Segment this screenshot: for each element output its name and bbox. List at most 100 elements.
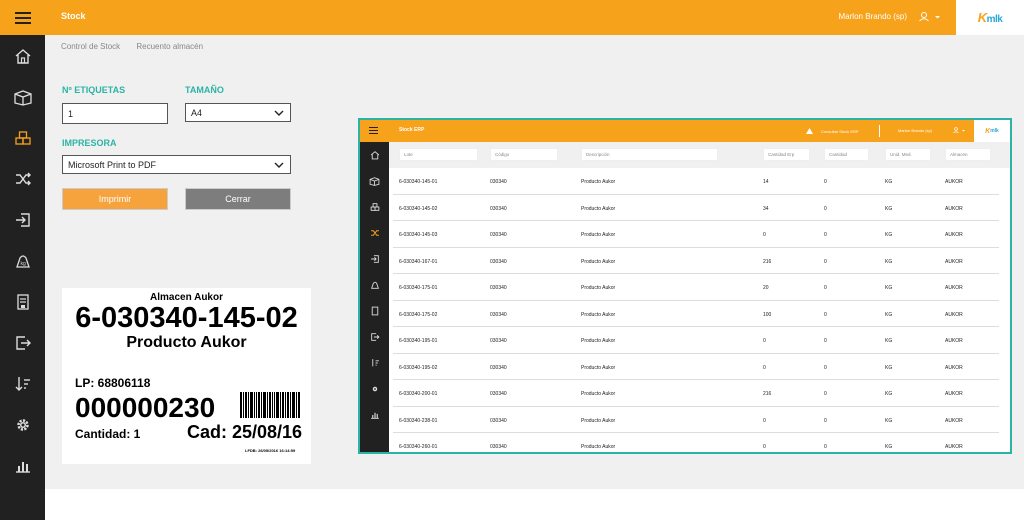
inner-shuffle-icon [360, 220, 389, 246]
table-row: 6-030340-145-01 030340 Producto Aukor 14 0 KG… [393, 168, 999, 195]
cell-codigo: 030340 [490, 364, 507, 371]
chevron-down-icon [274, 110, 284, 116]
table-row: 6-030340-145-03 030340 Producto Aukor 0 0 KG A… [393, 221, 999, 248]
inner-logo-accent: mlk [990, 128, 999, 134]
cell-unid-med: KG [885, 179, 893, 185]
inner-user-icon [953, 127, 965, 134]
table-row: 6-030340-195-02 030340 Producto Aukor 0 0 KG A… [393, 354, 999, 380]
footer-strip [45, 489, 1024, 520]
boxes-icon[interactable] [0, 117, 45, 158]
inner-top-bar: Stock ERP Consultar Stock ERP Marlon Bra… [360, 120, 1010, 142]
table-row: 6-030340-175-02 030340 Producto Aukor 100 0 K… [393, 301, 999, 327]
cell-lote: 6-030340-260-01 [399, 444, 438, 450]
impresora-select[interactable]: Microsoft Print to PDF [62, 155, 291, 174]
cell-almacen: AUKOR [945, 179, 963, 185]
menu-icon[interactable] [0, 0, 45, 35]
table-row: 6-030340-260-01 030340 Producto Aukor 0 0 KG A… [393, 433, 999, 452]
breadcrumb-item-recuento[interactable]: Recuento almacén [136, 42, 203, 51]
impresora-label: IMPRESORA [62, 138, 117, 148]
table-row: 6-030340-145-02 030340 Producto Aukor 34 0 KG… [393, 195, 999, 221]
cell-codigo: 030340 [490, 338, 507, 344]
cell-almacen: AUKOR [945, 258, 963, 265]
label-preview: Almacen Aukor 6-030340-145-02 Producto A… [62, 288, 311, 464]
inner-user-name: Marlon Brando (sp) [898, 128, 933, 133]
inner-gear-icon [360, 376, 389, 402]
cell-lote: 6-030340-145-02 [399, 205, 438, 212]
cell-codigo: 030340 [490, 417, 507, 424]
cell-almacen: AUKOR [945, 338, 963, 344]
inner-title: Stock ERP [399, 127, 425, 133]
inner-main: Lote Código Descripción Cantidad Erp Can… [389, 142, 1010, 452]
cell-almacen: AUKOR [945, 364, 963, 371]
user-menu-icon[interactable] [916, 9, 942, 25]
cell-unid-med: KG [885, 391, 893, 397]
cell-cantidad: 0 [824, 285, 827, 291]
inner-consult-link: Consultar Stock ERP [821, 129, 859, 134]
inner-filter-almacen: Almacen [945, 148, 991, 161]
etiquetas-input[interactable]: 1 [62, 103, 168, 124]
cell-cantidad-erp: 0 [763, 417, 766, 424]
cell-cantidad-erp: 100 [763, 311, 772, 318]
logout-icon[interactable] [0, 322, 45, 363]
cell-unid-med: KG [885, 258, 893, 265]
cell-almacen: AUKOR [945, 444, 963, 450]
label-quantity: Cantidad: 1 [75, 427, 141, 441]
box-icon[interactable] [0, 76, 45, 117]
cell-unid-med: KG [885, 285, 893, 291]
cell-descripcion: Producto Aukor [581, 232, 616, 238]
cell-lote: 6-030340-238-01 [399, 417, 438, 424]
cell-lote: 6-030340-195-01 [399, 338, 438, 344]
warning-icon [806, 128, 813, 134]
weight-bag-icon[interactable]: kg [0, 240, 45, 281]
cell-descripcion: Producto Aukor [581, 205, 616, 212]
label-lot: 6-030340-145-02 [75, 302, 298, 334]
chevron-down-icon [274, 162, 284, 168]
shuffle-icon[interactable] [0, 158, 45, 199]
cell-unid-med: KG [885, 232, 893, 238]
cell-cantidad-erp: 0 [763, 232, 766, 238]
home-icon[interactable] [0, 35, 45, 76]
table-row: 6-030340-195-01 030340 Producto Aukor 0 0 KG A… [393, 327, 999, 354]
inner-filter-unid-med: Unid. Med. [885, 148, 931, 161]
cell-unid-med: KG [885, 417, 893, 424]
login-icon[interactable] [0, 199, 45, 240]
inner-login-icon [360, 246, 389, 272]
tamano-select[interactable]: A4 [185, 103, 291, 122]
cell-descripcion: Producto Aukor [581, 338, 616, 344]
tamano-value: A4 [191, 107, 203, 118]
cell-cantidad: 0 [824, 179, 827, 185]
cell-cantidad: 0 [824, 391, 827, 397]
breadcrumb: Control de Stock Recuento almacén [61, 42, 217, 51]
etiquetas-label: Nº ETIQUETAS [62, 85, 126, 95]
cell-cantidad-erp: 216 [763, 258, 772, 265]
inner-weight-bag-icon [360, 272, 389, 298]
cell-codigo: 030340 [490, 258, 507, 265]
cell-descripcion: Producto Aukor [581, 444, 616, 450]
label-product: Producto Aukor [126, 334, 247, 351]
user-name[interactable]: Marlon Brando (sp) [839, 12, 907, 21]
print-button[interactable]: Imprimir [62, 188, 168, 210]
inner-filter-codigo: Código [490, 148, 558, 161]
table-row: 6-030340-175-01 030340 Producto Aukor 20 0 KG… [393, 274, 999, 301]
close-button[interactable]: Cerrar [185, 188, 291, 210]
cell-almacen: AUKOR [945, 391, 963, 397]
cell-cantidad-erp: 14 [763, 179, 769, 185]
bar-chart-icon[interactable] [0, 445, 45, 486]
cell-cantidad-erp: 0 [763, 364, 766, 371]
inner-sidebar [360, 142, 389, 452]
breadcrumb-item-control-stock[interactable]: Control de Stock [61, 42, 120, 51]
gear-icon[interactable] [0, 404, 45, 445]
cell-cantidad: 0 [824, 311, 827, 318]
inner-menu-icon [369, 127, 378, 134]
label-code: 000000230 [75, 392, 216, 423]
page-title: Stock [61, 11, 86, 21]
cell-lote: 6-030340-145-03 [399, 232, 438, 238]
sort-desc-icon[interactable] [0, 363, 45, 404]
inner-bar-chart-icon [360, 402, 389, 428]
scale-icon[interactable] [0, 281, 45, 322]
inner-filter-cantidad-erp: Cantidad Erp [763, 148, 810, 161]
cell-descripcion: Producto Aukor [581, 311, 616, 318]
cell-unid-med: KG [885, 444, 893, 450]
label-expiry: Cad: 25/08/16 [187, 422, 303, 442]
inner-sort-desc-icon [360, 350, 389, 376]
